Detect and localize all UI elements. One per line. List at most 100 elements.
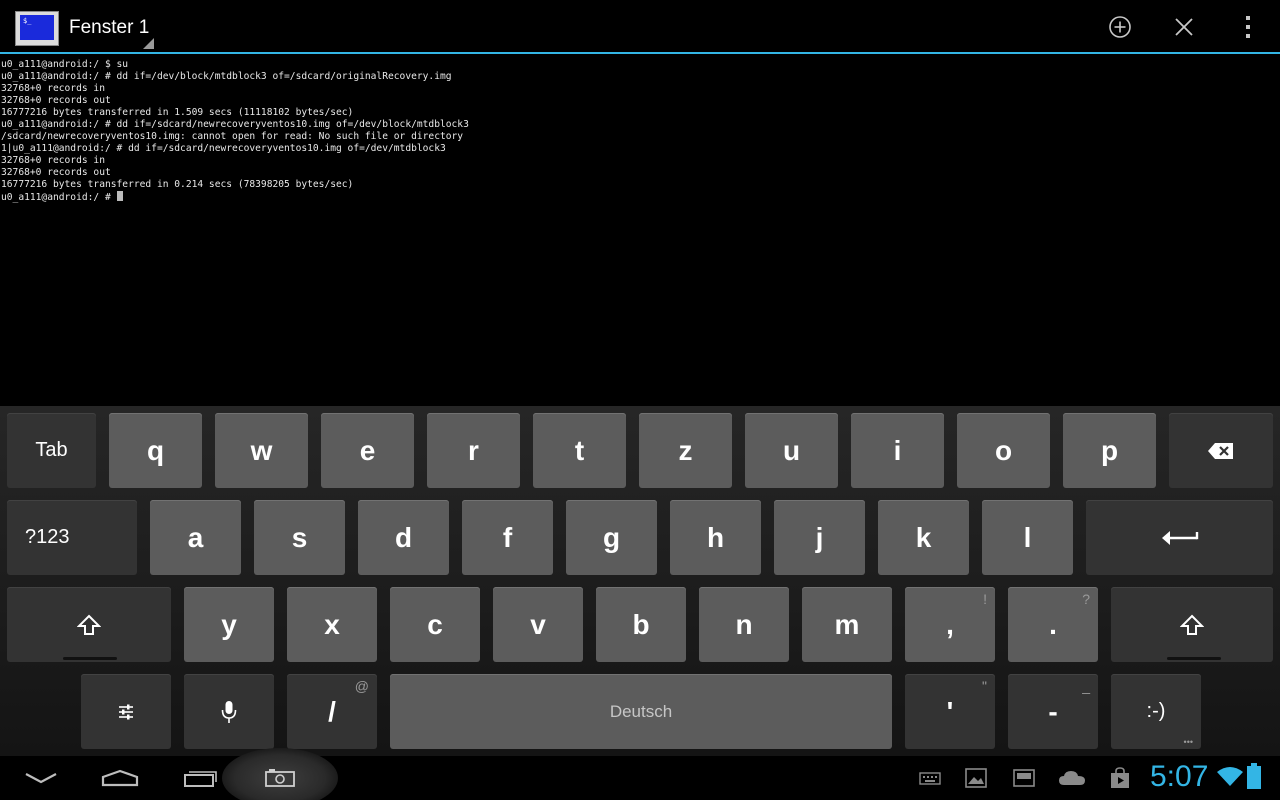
key-label: w [250,434,273,466]
key-hint: ? [1082,591,1090,607]
key-comma[interactable]: , ! [905,587,995,662]
key-enter[interactable] [1086,500,1273,575]
terminal-output[interactable]: u0_a111@android:/ $ su u0_a111@android:/… [0,58,1280,406]
key-v[interactable]: v [493,587,583,662]
key-hint: ! [983,591,987,607]
key-f[interactable]: f [462,500,553,575]
key-space[interactable]: Deutsch [390,674,892,749]
key-b[interactable]: b [596,587,686,662]
terminal-line: u0_a111@android:/ # dd if=/sdcard/newrec… [1,119,469,130]
key-label: ' [946,695,954,727]
key-symbols[interactable]: ?123 [7,500,137,575]
keyboard-notification[interactable] [918,766,942,790]
key-hint: " [982,678,987,694]
shift-icon [77,614,101,635]
status-clock[interactable]: 5:07 [1150,760,1208,794]
terminal-line: 32768+0 records in [1,155,105,166]
backspace-icon [1208,442,1233,459]
store-notification-icon [1111,767,1129,788]
key-tab-label: Tab [35,439,68,461]
screen-notification[interactable] [1012,766,1036,790]
key-i[interactable]: i [851,413,944,488]
key-slash[interactable]: / @ [287,674,377,749]
home-button[interactable] [98,756,142,800]
key-r[interactable]: r [427,413,520,488]
key-y[interactable]: y [184,587,274,662]
cloud-notification[interactable] [1058,766,1086,790]
back-button[interactable] [18,756,64,800]
battery-status[interactable] [1246,763,1262,789]
back-icon [25,773,57,784]
key-period[interactable]: . ? [1008,587,1098,662]
key-shift-left[interactable] [7,587,171,662]
terminal-screen-icon [20,15,54,40]
key-m[interactable]: m [802,587,892,662]
terminal-app-icon[interactable] [15,11,59,46]
terminal-line: /sdcard/newrecoveryventos10.img: cannot … [1,131,464,142]
key-k[interactable]: k [878,500,969,575]
key-u[interactable]: u [745,413,838,488]
key-shift-right[interactable] [1111,587,1273,662]
key-j[interactable]: j [774,500,865,575]
key-hint: _ [1082,678,1090,694]
enter-icon [1161,530,1198,545]
key-d[interactable]: d [358,500,449,575]
key-z[interactable]: z [639,413,732,488]
store-notification[interactable] [1108,766,1132,790]
overflow-menu-button[interactable] [1233,12,1263,42]
microphone-icon [221,700,237,723]
key-w[interactable]: w [215,413,308,488]
key-settings[interactable] [81,674,171,749]
wifi-status[interactable] [1216,764,1244,788]
key-p[interactable]: p [1063,413,1156,488]
window-title[interactable]: Fenster 1 [69,17,149,39]
close-window-button[interactable] [1169,12,1199,42]
key-label: v [530,608,546,640]
key-backspace[interactable] [1169,413,1273,488]
key-label: x [324,608,340,640]
home-icon [101,769,139,787]
key-s[interactable]: s [254,500,345,575]
soft-keyboard: Tab q w e r t z u i o p ?123 a s d f g h… [0,406,1280,756]
key-label: g [602,521,621,553]
key-l[interactable]: l [982,500,1073,575]
key-g[interactable]: g [566,500,657,575]
gallery-notification[interactable] [964,766,988,790]
key-a[interactable]: a [150,500,241,575]
cloud-notification-icon [1059,771,1085,785]
key-label: d [394,521,413,553]
recent-apps-button[interactable] [180,756,222,800]
key-dash[interactable]: - _ [1008,674,1098,749]
key-label: p [1100,434,1119,466]
space-language-label: Deutsch [609,701,673,721]
wifi-icon [1217,767,1243,786]
screenshot-button[interactable] [262,756,298,800]
shift-icon [1180,614,1204,635]
key-label: a [187,521,204,553]
key-e[interactable]: e [321,413,414,488]
key-t[interactable]: t [533,413,626,488]
terminal-line: 32768+0 records in [1,83,105,94]
key-o[interactable]: o [957,413,1050,488]
key-hint: @ [354,678,369,694]
key-label: k [915,521,932,553]
window-dropdown-indicator[interactable] [143,38,154,49]
key-n[interactable]: n [699,587,789,662]
key-c[interactable]: c [390,587,480,662]
key-label: j [815,521,824,553]
key-x[interactable]: x [287,587,377,662]
key-smiley[interactable]: :-) ••• [1111,674,1201,749]
terminal-prompt: u0_a111@android:/ # [1,192,117,203]
add-window-button[interactable] [1105,12,1135,42]
key-voice-input[interactable] [184,674,274,749]
add-window-icon [1109,16,1131,38]
key-label: r [468,434,479,466]
close-window-icon [1175,18,1193,36]
key-label: n [735,608,753,640]
key-label: c [427,608,443,640]
key-q[interactable]: q [109,413,202,488]
more-options-dots-icon: ••• [1183,737,1193,747]
key-apostrophe[interactable]: ' " [905,674,995,749]
key-h[interactable]: h [670,500,761,575]
key-tab[interactable]: Tab [7,413,96,488]
